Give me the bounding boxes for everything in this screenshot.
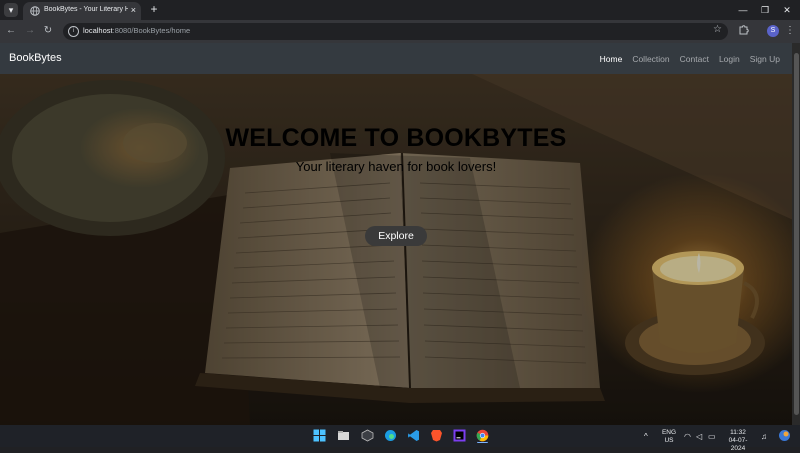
explore-button[interactable]: Explore bbox=[365, 226, 427, 246]
page-scrollbar[interactable] bbox=[792, 43, 800, 425]
windows-start-icon[interactable] bbox=[313, 429, 326, 442]
github-icon[interactable] bbox=[361, 429, 374, 442]
copilot-icon[interactable] bbox=[778, 429, 791, 442]
clock[interactable]: 11:32 04-07-2024 bbox=[723, 429, 753, 453]
edge-icon[interactable] bbox=[384, 429, 397, 442]
hero-title: WELCOME TO BOOKBYTES bbox=[225, 124, 567, 152]
site-info-icon[interactable]: i bbox=[68, 26, 79, 37]
url-text[interactable]: localhost:8080/BookBytes/home bbox=[83, 26, 190, 35]
address-bar[interactable]: i localhost:8080/BookBytes/home ☆ bbox=[63, 23, 728, 40]
file-explorer-icon[interactable] bbox=[337, 429, 350, 442]
new-tab-button[interactable]: + bbox=[147, 2, 161, 16]
intellij-icon[interactable] bbox=[453, 429, 466, 442]
profile-avatar[interactable]: S bbox=[767, 25, 779, 37]
minimize-icon[interactable]: — bbox=[734, 3, 752, 17]
battery-icon[interactable]: ▭ bbox=[708, 432, 716, 441]
volume-icon[interactable]: ◁ bbox=[696, 432, 702, 441]
browser-tab-strip: ▾ BookBytes - Your Literary Haven × + — … bbox=[0, 0, 800, 20]
wifi-icon[interactable]: ◠ bbox=[684, 432, 691, 441]
browser-toolbar: ← → ↻ i localhost:8080/BookBytes/home ☆ … bbox=[0, 20, 800, 43]
notification-bell-icon[interactable]: ♫ bbox=[761, 432, 767, 441]
back-icon[interactable]: ← bbox=[4, 24, 18, 38]
browser-tab[interactable]: BookBytes - Your Literary Haven × bbox=[23, 2, 141, 20]
vscode-icon[interactable] bbox=[407, 429, 420, 442]
restore-icon[interactable]: ❐ bbox=[756, 3, 774, 17]
chrome-icon[interactable] bbox=[476, 429, 489, 442]
browser-menu-icon[interactable]: ⋮ bbox=[785, 24, 795, 38]
nav-link-sign-up[interactable]: Sign Up bbox=[750, 54, 780, 64]
extensions-icon[interactable] bbox=[738, 24, 749, 35]
reload-icon[interactable]: ↻ bbox=[41, 24, 55, 38]
language-indicator[interactable]: ENG US bbox=[659, 429, 679, 445]
globe-icon bbox=[30, 6, 40, 16]
page-viewport: BookBytes Home Collection Contact Login … bbox=[0, 43, 800, 425]
brave-icon[interactable] bbox=[430, 429, 443, 442]
chevron-up-icon[interactable]: ^ bbox=[644, 432, 648, 441]
close-icon[interactable]: ✕ bbox=[778, 3, 796, 17]
forward-icon[interactable]: → bbox=[23, 24, 37, 38]
scrollbar-thumb[interactable] bbox=[794, 53, 799, 415]
nav-links: Home Collection Contact Login Sign Up bbox=[590, 54, 780, 64]
site-navbar: BookBytes Home Collection Contact Login … bbox=[0, 43, 800, 74]
tab-close-icon[interactable]: × bbox=[131, 4, 136, 16]
site-brand[interactable]: BookBytes bbox=[9, 52, 62, 64]
windows-taskbar: ^ ENG US ◠ ◁ ▭ 11:32 04-07-2024 ♫ bbox=[0, 425, 800, 452]
tab-title: BookBytes - Your Literary Haven bbox=[44, 6, 128, 13]
bookmark-star-icon[interactable]: ☆ bbox=[713, 24, 722, 35]
nav-link-contact[interactable]: Contact bbox=[680, 54, 709, 64]
nav-link-home[interactable]: Home bbox=[600, 54, 623, 64]
nav-link-login[interactable]: Login bbox=[719, 54, 740, 64]
hero-subtitle: Your literary haven for book lovers! bbox=[295, 159, 497, 174]
tab-search-icon[interactable]: ▾ bbox=[4, 3, 18, 17]
nav-link-collection[interactable]: Collection bbox=[632, 54, 669, 64]
